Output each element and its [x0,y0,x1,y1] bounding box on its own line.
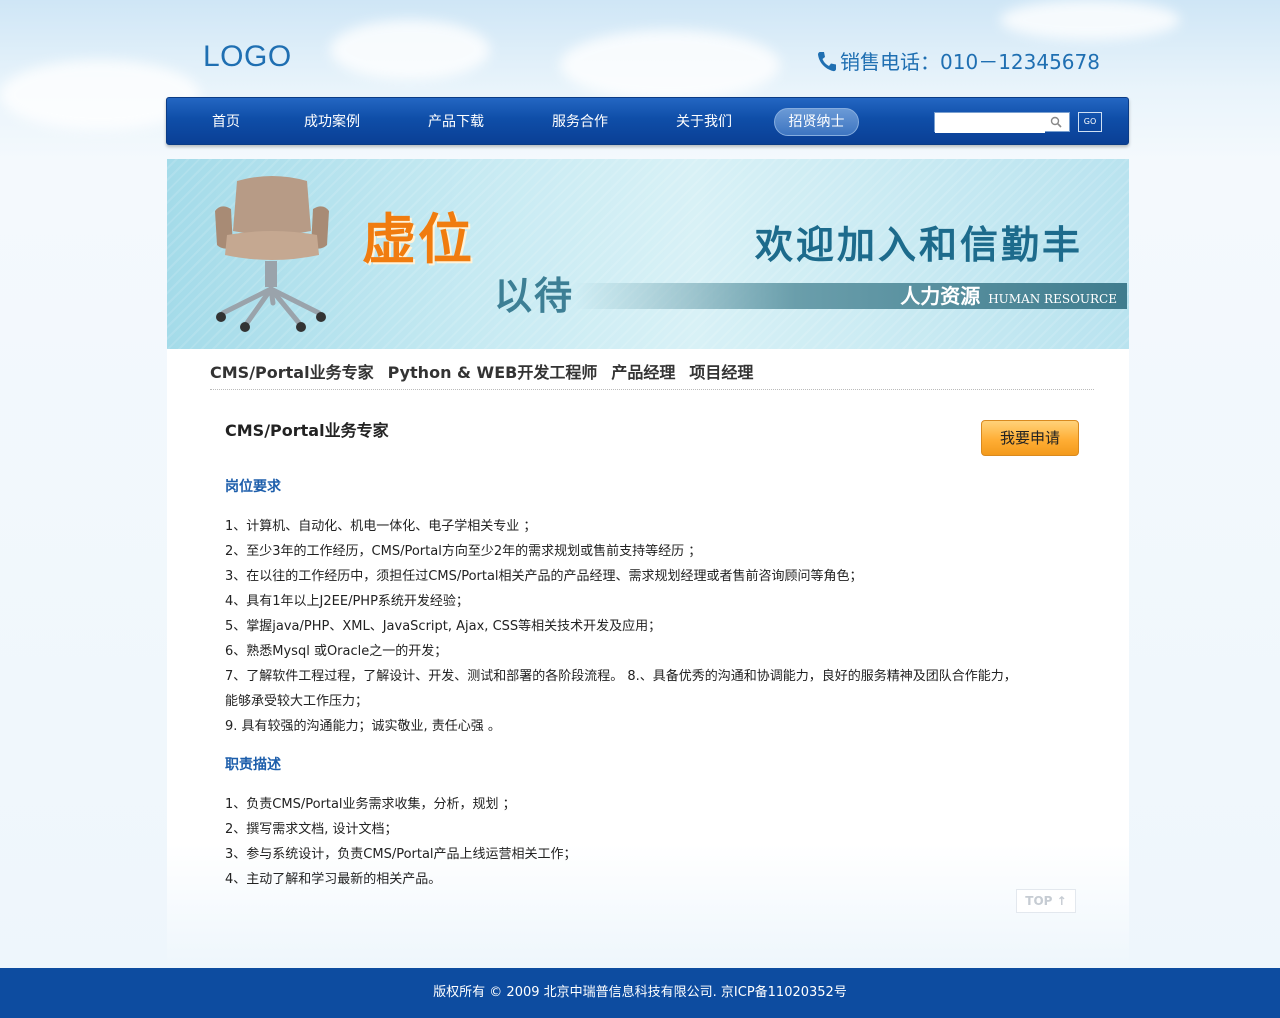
duty-item: 3、参与系统设计，负责CMS/Portal产品上线运营相关工作； [225,847,577,862]
top-label: TOP [1025,894,1053,908]
office-chair-image [215,176,329,332]
search-box [934,112,1070,133]
requirement-item: 7、了解软件工程过程，了解设计、开发、测试和部署的各阶段流程。 8.、具备优秀的… [225,669,1017,684]
requirement-item: 1、计算机、自动化、机电一体化、电子学相关专业 ； [225,519,537,534]
search-input[interactable] [935,115,1045,133]
requirement-item: 6、熟悉Mysql 或Oracle之一的开发； [225,644,448,659]
copyright-text: 版权所有 © 2009 北京中瑞普信息科技有限公司. 京ICP备11020352… [433,985,847,1000]
requirement-item: 能够承受较大工作压力； [225,694,369,709]
duty-item: 2、撰写需求文档, 设计文档； [225,822,398,837]
apply-button[interactable]: 我要申请 [981,420,1079,456]
requirement-item: 2、至少3年的工作经历，CMS/Portal方向至少2年的需求规划或售前支持等经… [225,544,702,559]
site-footer: 版权所有 © 2009 北京中瑞普信息科技有限公司. 京ICP备11020352… [0,968,1280,1018]
nav-item-careers[interactable]: 招贤纳士 [774,108,859,136]
phone-text: 销售电话：010－12345678 [840,50,1100,74]
duty-item: 4、主动了解和学习最新的相关产品。 [225,872,442,887]
requirements-heading: 岗位要求 [225,479,281,495]
banner-title-orange: 虚位 [362,208,474,271]
duties-heading: 职责描述 [225,757,281,773]
job-title: CMS/Portal业务专家 [225,421,389,440]
nav-item-home[interactable]: 首页 [199,110,253,134]
arrow-up-icon: ↑ [1056,894,1067,908]
banner-title-teal: 以待 [494,274,575,318]
banner-subtitle: 人力资源 HUMAN RESOURCE [900,283,1117,309]
site-header: LOGO 销售电话：010－12345678 [166,0,1129,97]
main-content: CMS/Portal业务专家 Python & WEB开发工程师 产品经理 项目… [167,349,1129,968]
duty-item: 1、负责CMS/Portal业务需求收集，分析，规划 ； [225,797,516,812]
requirement-item: 9. 具有较强的沟通能力；诚实敬业, 责任心强 。 [225,719,501,734]
nav-item-about[interactable]: 关于我们 [667,110,741,134]
tab-project-manager[interactable]: 项目经理 [689,362,753,386]
tab-python-web[interactable]: Python & WEB开发工程师 [388,362,598,386]
requirement-item: 5、掌握java/PHP、XML、JavaScript, Ajax, CSS等相… [225,619,662,634]
hero-banner: 虚位 以待 欢迎加入和信勤丰 人力资源 HUMAN RESOURCE [167,159,1129,349]
search-icon[interactable] [1050,116,1062,128]
nav-item-services[interactable]: 服务合作 [543,110,617,134]
banner-subtitle-cn: 人力资源 [900,284,981,308]
main-nav: 首页 成功案例 产品下载 服务合作 关于我们 招贤纳士 GO [166,97,1129,145]
tab-cms-portal[interactable]: CMS/Portal业务专家 [210,362,374,386]
site-logo[interactable]: LOGO [203,40,292,74]
requirement-item: 4、具有1年以上J2EE/PHP系统开发经验； [225,594,469,609]
nav-item-cases[interactable]: 成功案例 [295,110,369,134]
banner-subtitle-en: HUMAN RESOURCE [988,292,1117,306]
tab-product-manager[interactable]: 产品经理 [611,362,675,386]
nav-item-downloads[interactable]: 产品下载 [419,110,493,134]
banner-headline: 欢迎加入和信勤丰 [755,222,1084,267]
job-tabs: CMS/Portal业务专家 Python & WEB开发工程师 产品经理 项目… [210,362,1094,390]
phone-icon [818,51,837,71]
go-button[interactable]: GO [1078,112,1102,132]
requirement-item: 3、在以往的工作经历中，须担任过CMS/Portal相关产品的产品经理、需求规划… [225,569,863,584]
sales-phone: 销售电话：010－12345678 [816,46,1100,75]
back-to-top-button[interactable]: TOP ↑ [1016,889,1076,913]
